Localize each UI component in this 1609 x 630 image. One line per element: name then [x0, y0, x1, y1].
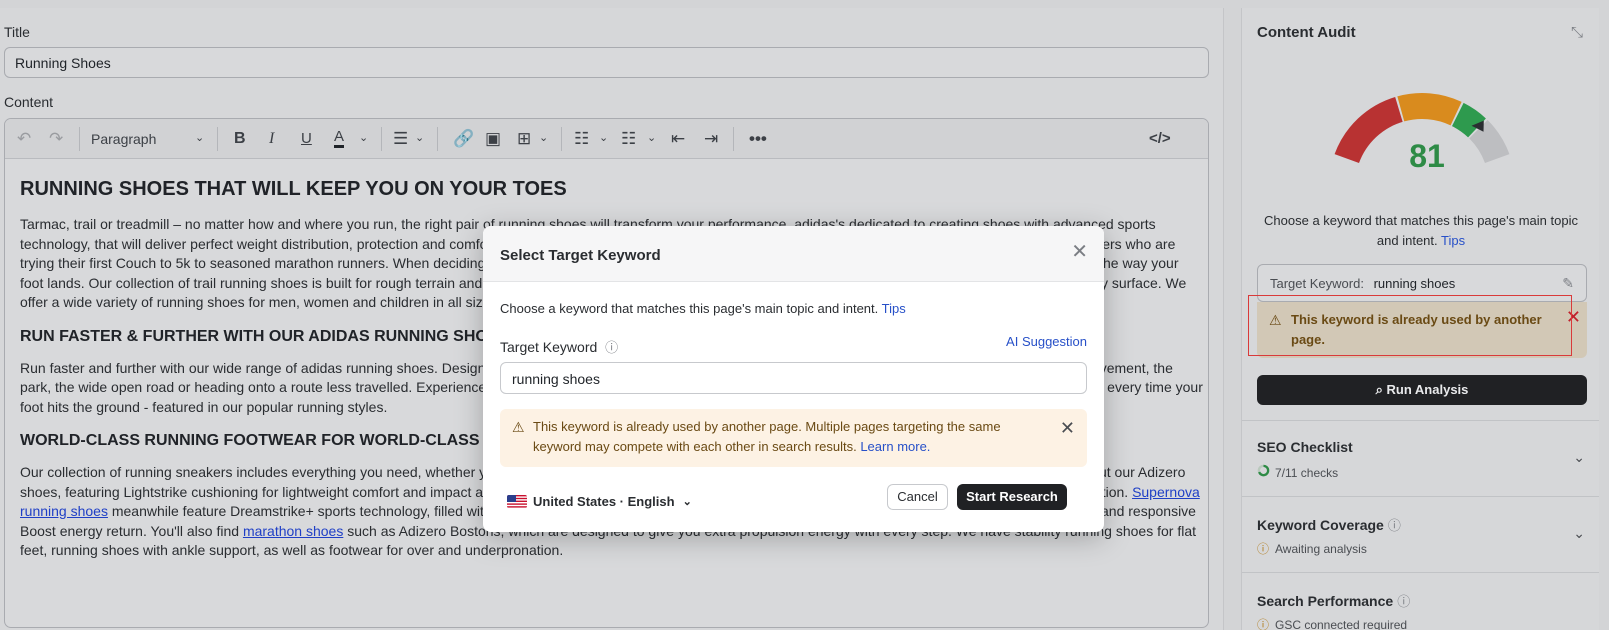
chevron-down-icon[interactable]: ⌄ — [1573, 525, 1585, 542]
more-icon[interactable]: ••• — [749, 129, 767, 149]
learn-more-link[interactable]: Learn more. — [860, 439, 930, 454]
content-audit-panel: Content Audit ⤡ 81 Choose a keyword that… — [1241, 8, 1599, 630]
doc-heading-1: RUNNING SHOES THAT WILL KEEP YOU ON YOUR… — [20, 178, 567, 200]
underline-icon[interactable]: U — [301, 129, 312, 149]
toolbar-divider — [733, 127, 734, 151]
image-icon[interactable]: ▣ — [485, 129, 501, 149]
gauge-orange-segment — [1397, 93, 1462, 126]
chevron-down-icon: ⌄ — [682, 496, 692, 508]
section-status: ⓘ GSC connected required — [1257, 616, 1407, 630]
toolbar-divider — [561, 127, 562, 151]
cancel-button[interactable]: Cancel — [887, 484, 948, 510]
ai-suggestion-link[interactable]: AI Suggestion — [1006, 334, 1087, 349]
chevron-down-icon[interactable]: ⌄ — [415, 131, 424, 144]
run-analysis-label: Run Analysis — [1386, 382, 1469, 397]
audit-score: 81 — [1409, 138, 1445, 174]
seo-checklist-section[interactable]: SEO Checklist 7/11 checks ⌄ — [1242, 420, 1599, 496]
keyword-conflict-warning: ⚠ This keyword is already used by anothe… — [500, 409, 1087, 467]
bold-icon[interactable]: B — [234, 129, 246, 149]
editor-toolbar: ↶ ↷ Paragraph ⌄ B I U A ⌄ ☰ ⌄ 🔗 ▣ ⊞ ⌄ ☷ … — [5, 119, 1208, 159]
section-status-text: Awaiting analysis — [1275, 542, 1367, 556]
help-icon[interactable]: ⓘ — [605, 340, 618, 355]
pencil-icon[interactable]: ✎ — [1562, 275, 1574, 292]
run-analysis-button[interactable]: ⌕ Run Analysis — [1257, 375, 1587, 405]
search-doc-icon: ⌕ — [1375, 382, 1387, 397]
title-label: Title — [4, 24, 30, 40]
chevron-down-icon[interactable]: ⌄ — [1573, 449, 1585, 466]
audit-keyword-warning: ⚠ This keyword is already used by anothe… — [1257, 302, 1587, 358]
section-status: 7/11 checks — [1257, 464, 1338, 480]
search-performance-section[interactable]: Search Performance ⓘ ⓘ GSC connected requi… — [1242, 572, 1599, 630]
align-icon[interactable]: ☰ — [393, 129, 408, 149]
bullet-list-icon[interactable]: ☷ — [574, 129, 589, 149]
start-research-button[interactable]: Start Research — [957, 484, 1067, 510]
undo-icon[interactable]: ↶ — [17, 129, 31, 149]
target-keyword-value: running shoes — [1373, 276, 1456, 291]
chevron-down-icon[interactable]: ⌄ — [539, 131, 548, 144]
warning-icon: ⚠ — [1269, 312, 1282, 328]
target-keyword-label: Target Keyword: — [1270, 276, 1364, 291]
help-icon[interactable]: ⓘ — [1388, 518, 1401, 533]
modal-header: Select Target Keyword ✕ — [483, 226, 1104, 282]
text-color-icon[interactable]: A — [334, 129, 345, 148]
toolbar-divider — [437, 127, 438, 151]
close-icon[interactable]: ✕ — [1060, 418, 1075, 438]
chevron-down-icon[interactable]: ⌄ — [647, 131, 656, 144]
keyword-coverage-section[interactable]: Keyword Coverage ⓘ ⓘ Awaiting analysis ⌄ — [1242, 496, 1599, 572]
section-title-text: Search Performance — [1257, 593, 1394, 609]
audit-tips-link[interactable]: Tips — [1441, 233, 1465, 248]
toolbar-divider — [217, 127, 218, 151]
italic-icon[interactable]: I — [269, 129, 274, 149]
us-flag-icon — [507, 495, 527, 508]
chevron-down-icon[interactable]: ⌄ — [599, 131, 608, 144]
outdent-icon[interactable]: ⇤ — [671, 129, 685, 149]
redo-icon[interactable]: ↷ — [49, 129, 63, 149]
close-icon[interactable]: ✕ — [1071, 242, 1088, 262]
audit-description-text: Choose a keyword that matches this page'… — [1264, 213, 1578, 248]
section-title: SEO Checklist — [1257, 439, 1353, 455]
select-target-keyword-modal: Select Target Keyword ✕ Choose a keyword… — [483, 226, 1104, 532]
section-title: Search Performance ⓘ — [1257, 591, 1410, 610]
help-icon[interactable]: ⓘ — [1397, 594, 1410, 609]
locale-select[interactable]: United States · English ⌄ — [507, 494, 692, 509]
block-format-select[interactable]: Paragraph — [91, 131, 156, 147]
title-input[interactable]: Running Shoes — [4, 47, 1209, 78]
pending-icon: ⓘ — [1257, 618, 1270, 630]
toolbar-divider — [381, 127, 382, 151]
section-status-text: GSC connected required — [1275, 618, 1408, 630]
gauge-grey-segment — [1468, 119, 1510, 164]
modal-description-text: Choose a keyword that matches this page'… — [500, 301, 879, 316]
modal-tips-link[interactable]: Tips — [882, 301, 906, 316]
audit-warning-text: This keyword is already used by another … — [1291, 312, 1542, 347]
marathon-link[interactable]: marathon shoes — [243, 523, 343, 539]
section-status: ⓘ Awaiting analysis — [1257, 540, 1367, 557]
chevron-down-icon[interactable]: ⌄ — [359, 131, 368, 144]
indent-icon[interactable]: ⇥ — [704, 129, 718, 149]
table-icon[interactable]: ⊞ — [517, 129, 531, 149]
content-label: Content — [4, 94, 54, 110]
section-status-text: 7/11 checks — [1275, 466, 1339, 480]
toolbar-divider — [79, 127, 80, 151]
target-keyword-field[interactable]: Target Keyword: running shoes ✎ — [1257, 264, 1587, 302]
pending-icon: ⓘ — [1257, 542, 1270, 556]
modal-title: Select Target Keyword — [500, 247, 661, 264]
chevron-down-icon[interactable]: ⌄ — [195, 131, 204, 144]
audit-title: Content Audit — [1257, 24, 1356, 41]
target-keyword-label: Target Keyword ⓘ — [500, 337, 618, 356]
locale-label: United States · English — [533, 494, 675, 509]
numbered-list-icon[interactable]: ☷ — [621, 129, 636, 149]
code-view-icon[interactable]: </> — [1149, 129, 1171, 149]
audit-description: Choose a keyword that matches this page'… — [1257, 211, 1585, 251]
section-title-text: Keyword Coverage — [1257, 517, 1384, 533]
target-keyword-label-text: Target Keyword — [500, 339, 598, 355]
progress-ring-icon — [1257, 464, 1271, 480]
warning-icon: ⚠ — [512, 419, 525, 435]
target-keyword-input[interactable]: running shoes — [500, 362, 1087, 394]
modal-description: Choose a keyword that matches this page'… — [500, 301, 906, 316]
section-title: Keyword Coverage ⓘ — [1257, 515, 1401, 534]
link-icon[interactable]: 🔗 — [453, 129, 474, 149]
collapse-icon[interactable]: ⤡ — [1571, 24, 1583, 41]
close-icon[interactable]: ✕ — [1566, 307, 1581, 327]
